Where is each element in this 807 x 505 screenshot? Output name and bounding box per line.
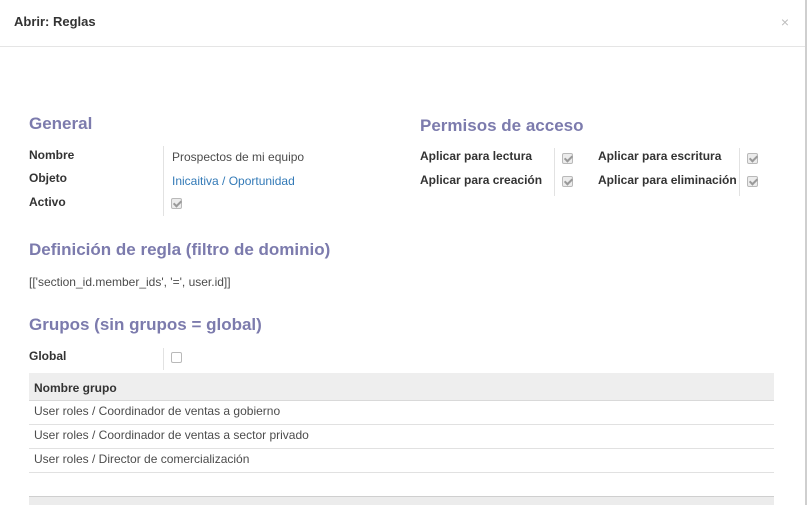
rule-section-title: Definición de regla (filtro de dominio) [29, 240, 331, 259]
delete-label: Aplicar para eliminación [598, 173, 737, 187]
active-checkbox[interactable] [171, 198, 182, 209]
global-label: Global [29, 349, 67, 363]
global-separator [163, 348, 164, 370]
access-section-title: Permisos de acceso [420, 116, 584, 135]
global-checkbox[interactable] [171, 352, 182, 363]
table-row[interactable]: User roles / Coordinador de ventas a sec… [29, 425, 774, 449]
write-label: Aplicar para escritura [598, 149, 722, 163]
name-label: Nombre [29, 148, 75, 162]
group-name-cell: User roles / Director de comercializació… [34, 452, 250, 466]
table-row[interactable]: User roles / Director de comercializació… [29, 449, 774, 473]
object-label: Objeto [29, 171, 67, 185]
rule-dialog: Abrir: Reglas × General Nombre Prospecto… [0, 0, 807, 505]
access-separator-left [554, 148, 555, 196]
groups-table-footer [29, 496, 774, 505]
group-name-cell: User roles / Coordinador de ventas a sec… [34, 428, 309, 442]
groups-table: Nombre grupo User roles / Coordinador de… [29, 373, 774, 473]
general-section-title: General [29, 114, 93, 133]
column-header-group-name[interactable]: Nombre grupo [34, 381, 117, 395]
read-label: Aplicar para lectura [420, 149, 533, 163]
dialog-title: Abrir: Reglas [14, 14, 96, 29]
groups-table-header[interactable]: Nombre grupo [29, 373, 774, 401]
write-checkbox[interactable] [747, 153, 758, 164]
groups-section-title: Grupos (sin grupos = global) [29, 315, 262, 334]
read-checkbox[interactable] [562, 153, 573, 164]
object-link[interactable]: Inicaitiva / Oportunidad [172, 174, 295, 188]
dialog-header: Abrir: Reglas × [0, 0, 805, 47]
domain-filter[interactable]: [['section_id.member_ids', '=', user.id]… [29, 275, 231, 289]
create-label: Aplicar para creación [420, 173, 543, 187]
create-checkbox[interactable] [562, 176, 573, 187]
general-separator [163, 146, 164, 216]
access-separator-right [739, 148, 740, 196]
name-value[interactable]: Prospectos de mi equipo [172, 150, 304, 164]
close-icon[interactable]: × [781, 14, 789, 30]
delete-checkbox[interactable] [747, 176, 758, 187]
table-row[interactable]: User roles / Coordinador de ventas a gob… [29, 401, 774, 425]
active-label: Activo [29, 195, 66, 209]
group-name-cell: User roles / Coordinador de ventas a gob… [34, 404, 281, 418]
